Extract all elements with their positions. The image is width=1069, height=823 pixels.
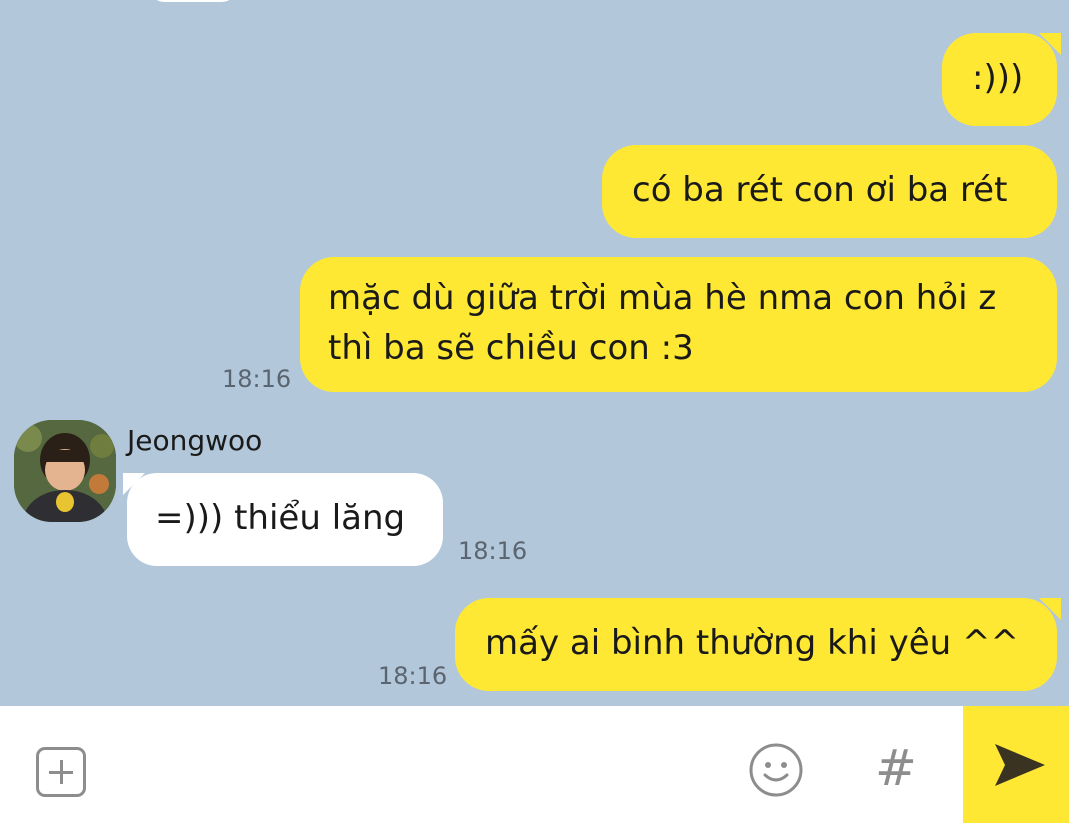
message-text-line: thì ba sẽ chiều con :3: [328, 328, 694, 368]
message-timestamp: 18:16: [222, 365, 292, 393]
my-message-bubble[interactable]: mặc dù giữa trời mùa hè nma con hỏi z th…: [300, 257, 1057, 392]
send-button[interactable]: [963, 706, 1069, 823]
avatar-photo: [14, 420, 116, 522]
message-timestamp: 18:16: [378, 662, 448, 690]
message-text-line: mặc dù giữa trời mùa hè nma con hỏi z: [328, 278, 997, 318]
send-arrow-icon: [995, 744, 1045, 786]
hashtag-button[interactable]: #: [868, 736, 924, 800]
message-input-bar[interactable]: #: [0, 706, 1069, 823]
my-message-bubble[interactable]: :))): [942, 33, 1061, 126]
message-timestamp: 18:16: [458, 537, 528, 565]
my-message-bubble[interactable]: mấy ai bình thường khi yêu ^^: [455, 598, 1061, 691]
their-message-bubble[interactable]: =))) thiểu lăng: [123, 473, 443, 566]
message-text: =))) thiểu lăng: [155, 498, 406, 538]
plus-square-icon[interactable]: [36, 747, 86, 797]
message-text: :))): [972, 58, 1024, 98]
avatar[interactable]: [14, 420, 116, 522]
chat-area[interactable]: :))) có ba rét con ơi ba rét mặc dù giữa…: [0, 0, 1069, 706]
sender-name: Jeongwoo: [127, 424, 263, 457]
previous-message-bubble: [150, 0, 236, 2]
message-text: mấy ai bình thường khi yêu ^^: [485, 623, 1019, 663]
smiley-icon[interactable]: [748, 742, 804, 798]
my-message-bubble[interactable]: có ba rét con ơi ba rét: [602, 145, 1057, 238]
message-text: có ba rét con ơi ba rét: [632, 170, 1008, 210]
